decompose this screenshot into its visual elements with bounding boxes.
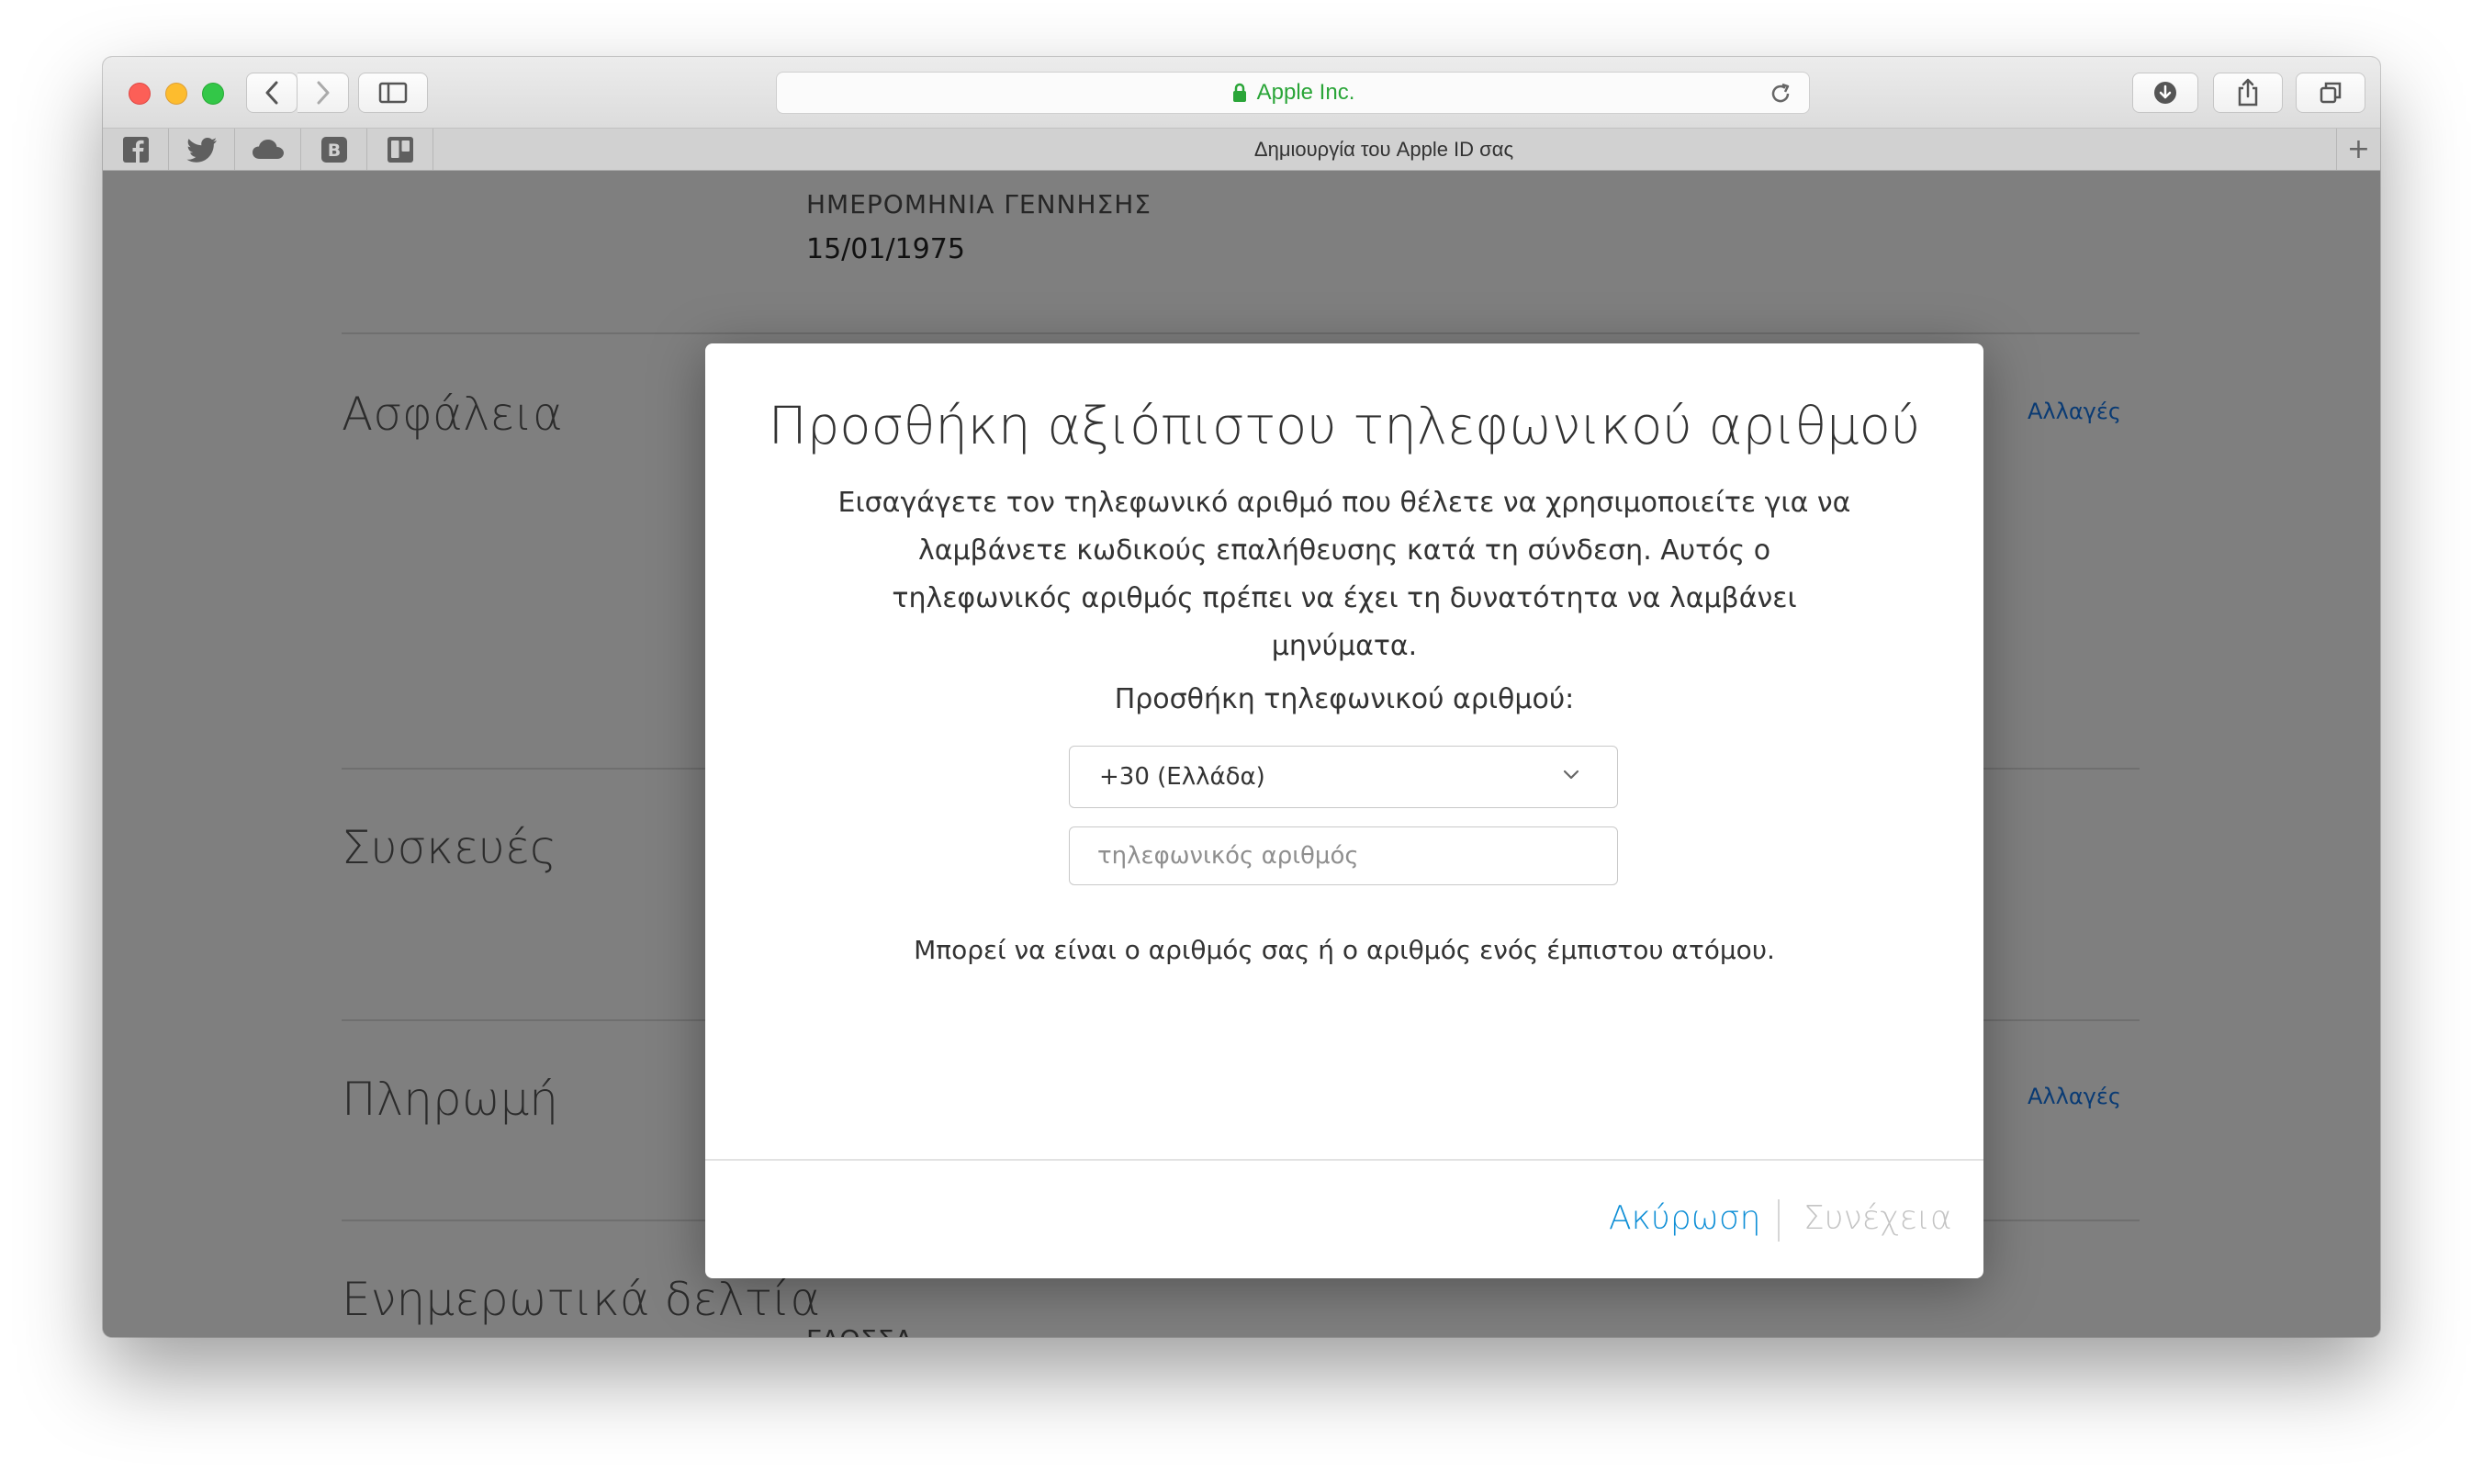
favorites-bar: B Δημιουργία του Apple ID σας + [103,129,2380,171]
facebook-icon [122,136,149,163]
sidebar-icon [378,82,408,104]
tabs-icon [2320,82,2342,104]
favorite-trello[interactable] [367,129,433,170]
favorite-cloud[interactable] [235,129,301,170]
downloads-button[interactable] [2132,73,2198,113]
chevron-left-icon [265,81,278,105]
divider [342,332,2140,334]
dialog-footer-divider [705,1159,1983,1161]
section-payment-title: Πληρωμή [342,1073,558,1126]
close-window-button[interactable] [129,83,151,105]
cancel-button[interactable]: Ακύρωση [1609,1199,1760,1237]
payment-edit-link[interactable]: Αλλαγές [2028,1084,2121,1109]
country-code-select[interactable]: +30 (Ελλάδα) [1069,746,1618,808]
phone-field-label: Προσθήκη τηλεφωνικού αριθμού: [1114,683,1575,715]
back-button[interactable] [246,73,298,113]
favorite-twitter[interactable] [169,129,235,170]
share-icon [2238,78,2258,107]
dialog-title: Προσθήκη αξιόπιστου τηλεφωνικού αριθμού [768,397,1921,456]
phone-number-input[interactable] [1069,826,1618,885]
section-devices-title: Συσκευές [342,821,557,874]
chevron-down-icon [1563,770,1579,780]
trello-icon [387,136,413,163]
dialog-description: Εισαγάγετε τον τηλεφωνικό αριθμό που θέλ… [837,487,1851,662]
sidebar-button[interactable] [358,73,428,113]
reload-icon[interactable] [1769,82,1792,106]
new-tab-button[interactable]: + [2336,129,2380,170]
security-edit-link[interactable]: Αλλαγές [2028,399,2121,424]
dob-value: 15/01/1975 [806,233,965,265]
active-tab[interactable]: Δημιουργία του Apple ID σας [433,129,2334,170]
phone-hint: Μπορεί να είναι ο αριθμός σας ή ο αριθμό… [914,935,1775,965]
section-newsletters-title: Ενημερωτικά δελτία [342,1273,821,1326]
minimize-window-button[interactable] [165,83,187,105]
browser-window: Apple Inc. B Δημιουργία του Apple ID σας… [103,57,2380,1337]
download-icon [2154,82,2176,104]
tab-overview-button[interactable] [2296,73,2365,113]
svg-text:B: B [327,141,340,161]
country-code-value: +30 (Ελλάδα) [1099,763,1265,791]
language-label: ΓΛΩΣΣΑ [806,1324,914,1337]
address-bar[interactable]: Apple Inc. [776,72,1810,114]
fullscreen-window-button[interactable] [202,83,224,105]
lock-icon [1232,83,1246,102]
twitter-icon [186,137,217,163]
favorite-facebook[interactable] [103,129,169,170]
continue-button[interactable]: Συνέχεια [1803,1199,1952,1237]
dob-label: ΗΜΕΡΟΜΗΝΙΑ ΓΕΝΝΗΣΗΣ [806,189,1152,219]
b-icon: B [320,136,347,163]
add-trusted-phone-dialog: Προσθήκη αξιόπιστου τηλεφωνικού αριθμού … [705,343,1983,1278]
cloud-icon [252,139,284,159]
address-text: Apple Inc. [1256,80,1355,105]
forward-button[interactable] [298,73,349,113]
share-button[interactable] [2213,73,2283,113]
button-separator [1778,1199,1780,1242]
browser-toolbar: Apple Inc. [103,57,2380,129]
section-security-title: Ασφάλεια [342,388,563,441]
favorite-b[interactable]: B [301,129,367,170]
chevron-right-icon [317,81,329,105]
